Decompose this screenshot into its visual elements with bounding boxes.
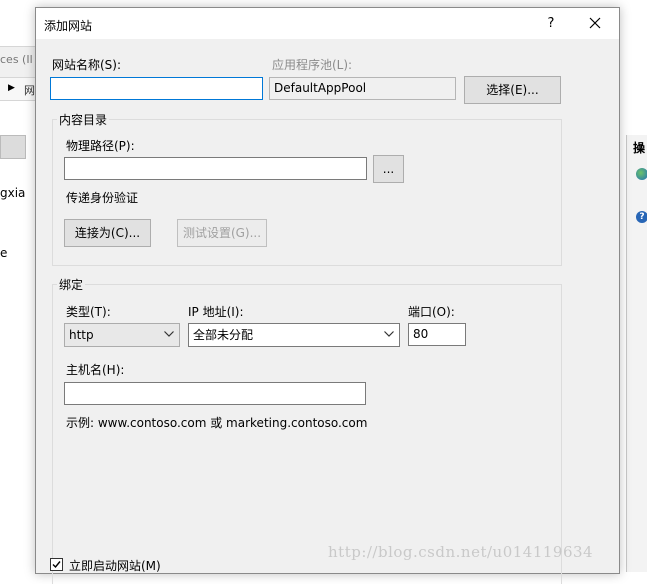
nav-arrow-icon: ▶ — [8, 83, 15, 93]
close-button[interactable] — [582, 12, 608, 34]
background-actions-pane — [626, 135, 647, 572]
background-tree-item: gxia — [0, 186, 26, 200]
checkmark-icon — [52, 561, 61, 569]
content-directory-title: 内容目录 — [57, 111, 110, 128]
app-pool-label: 应用程序池(L): — [272, 58, 353, 72]
ip-address-label: IP 地址(I): — [188, 305, 244, 319]
host-name-example: 示例: www.contoso.com 或 marketing.contoso.… — [66, 416, 368, 430]
help-icon: ? — [636, 211, 647, 223]
connect-as-button[interactable]: 连接为(C)... — [64, 219, 151, 247]
chevron-down-icon — [164, 331, 174, 337]
test-settings-button[interactable]: 测试设置(G)... — [177, 219, 267, 247]
binding-title: 绑定 — [57, 276, 86, 293]
binding-type-value: http — [69, 328, 94, 342]
chevron-down-icon — [384, 331, 394, 337]
background-tree-mark: e — [0, 246, 8, 260]
help-button[interactable]: ? — [541, 15, 561, 33]
ip-address-select[interactable]: 全部未分配 — [188, 323, 400, 347]
binding-type-select[interactable]: http — [64, 323, 180, 347]
start-immediately-checkbox[interactable] — [50, 558, 63, 571]
app-pool-field: DefaultAppPool — [269, 77, 456, 100]
physical-path-label: 物理路径(P): — [66, 139, 135, 153]
add-website-dialog: 添加网站 ? 网站名称(S): 应用程序池(L): DefaultAppPool… — [35, 7, 620, 584]
start-immediately-label: 立即启动网站(M) — [69, 559, 161, 573]
background-actions-header: 操 — [633, 141, 646, 155]
pass-through-auth-label: 传递身份验证 — [66, 191, 139, 205]
port-label: 端口(O): — [408, 305, 455, 319]
dialog-title: 添加网站 — [44, 19, 93, 33]
background-tree-header — [0, 135, 26, 159]
globe-icon — [636, 168, 647, 180]
select-app-pool-button[interactable]: 选择(E)... — [464, 76, 561, 104]
binding-type-label: 类型(T): — [66, 305, 111, 319]
host-name-input[interactable] — [64, 382, 366, 405]
site-name-label: 网站名称(S): — [52, 58, 122, 72]
port-input[interactable]: 80 — [408, 323, 466, 346]
ip-address-value: 全部未分配 — [193, 328, 254, 342]
background-address-text: ces (Il — [0, 53, 33, 66]
browse-path-button[interactable]: ... — [373, 155, 404, 183]
site-name-input[interactable] — [50, 77, 263, 100]
host-name-label: 主机名(H): — [66, 363, 125, 377]
dialog-titlebar: 添加网站 ? — [36, 8, 619, 39]
close-icon — [589, 17, 601, 29]
physical-path-input[interactable] — [64, 157, 367, 180]
watermark-text: http://blog.csdn.net/u014119634 — [328, 543, 594, 561]
background-nav-text: 网 — [24, 84, 35, 97]
